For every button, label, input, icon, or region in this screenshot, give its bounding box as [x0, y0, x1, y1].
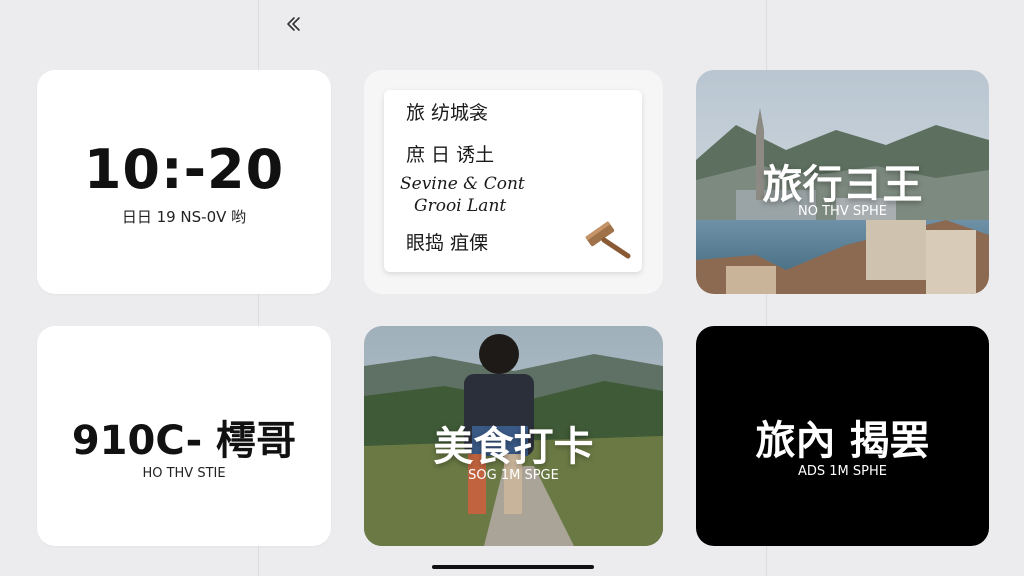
gavel-icon	[585, 221, 631, 259]
card-title: 910C- 樗哥	[71, 418, 297, 464]
note-line: 眼捣 疽傈	[406, 232, 489, 254]
note-line: Grooi Lant	[414, 196, 507, 216]
note-widget[interactable]: 旅 纺城衾 庶 日 诱土 Sevine & Cont Grooi Lant 眼捣…	[364, 70, 663, 294]
double-chevron-left-icon	[287, 17, 300, 31]
food-photo-card[interactable]: 美食打卡 SOG 1M SPGE	[364, 326, 663, 546]
text-card[interactable]: 910C- 樗哥 HO THV STIE	[37, 326, 331, 546]
clock-time: 10:-20	[83, 138, 285, 201]
note-line: 旅 纺城衾	[406, 102, 489, 124]
travel-photo-card[interactable]: 旅行ヨ王 NO THV SPHE	[696, 70, 989, 294]
card-title: 旅內 揭罢	[755, 418, 930, 464]
card-subtitle: HO THV STIE	[142, 466, 226, 481]
card-title: 旅行ヨ王	[762, 162, 923, 208]
note-line: Sevine & Cont	[400, 174, 525, 194]
clock-date: 日日 19 NS-0V 哟	[121, 208, 247, 226]
card-subtitle: ADS 1M SPHE	[798, 464, 887, 479]
note-paper: 旅 纺城衾 庶 日 诱土 Sevine & Cont Grooi Lant 眼捣…	[384, 90, 642, 272]
note-line: 庶 日 诱土	[406, 144, 495, 166]
dark-card[interactable]: 旅內 揭罢 ADS 1M SPHE	[696, 326, 989, 546]
card-title: 美食打卡	[433, 424, 594, 470]
clock-widget[interactable]: 10:-20 日日 19 NS-0V 哟	[37, 70, 331, 294]
card-subtitle: NO THV SPHE	[798, 204, 887, 219]
card-subtitle: SOG 1M SPGE	[468, 468, 559, 483]
home-indicator[interactable]	[432, 565, 594, 569]
back-button[interactable]	[280, 10, 308, 38]
